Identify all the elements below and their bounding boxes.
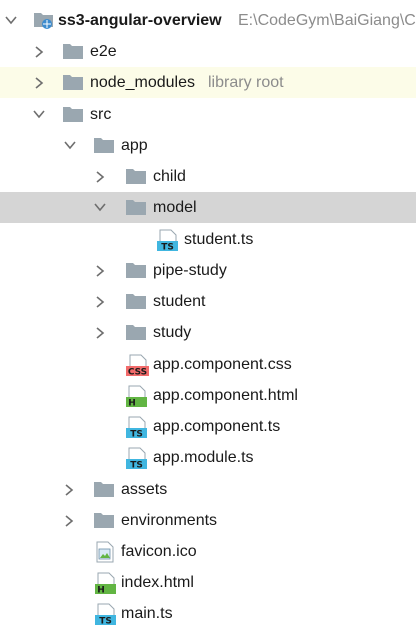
- svg-text:H: H: [97, 586, 105, 595]
- file-label: student.ts: [184, 231, 254, 248]
- chevron-down-icon[interactable]: [93, 200, 107, 214]
- tree-row-folder[interactable]: e2e: [0, 36, 416, 67]
- project-path: E:\CodeGym\BaiGiang\C: [238, 12, 416, 29]
- tree-row-file[interactable]: favicon.ico: [0, 536, 416, 567]
- folder-icon: [62, 106, 84, 128]
- chevron-right-icon[interactable]: [93, 295, 107, 309]
- tree-row-folder[interactable]: child: [0, 161, 416, 192]
- folder-icon: [62, 74, 84, 96]
- file-label: index.html: [121, 574, 194, 591]
- tree-row-file[interactable]: TS main.ts: [0, 598, 416, 629]
- tree-row-file[interactable]: H index.html: [0, 567, 416, 598]
- chevron-down-icon[interactable]: [4, 13, 18, 27]
- folder-label: model: [153, 199, 197, 216]
- tree-row-library-folder[interactable]: node_modules library root: [0, 67, 416, 98]
- file-label: app.component.ts: [153, 418, 281, 435]
- chevron-right-icon[interactable]: [32, 76, 46, 90]
- file-label: favicon.ico: [121, 543, 197, 560]
- folder-icon: [93, 512, 115, 534]
- svg-text:TS: TS: [130, 461, 143, 470]
- file-label: main.ts: [121, 605, 173, 622]
- tree-row-folder[interactable]: study: [0, 317, 416, 348]
- tree-row-file[interactable]: TS app.component.ts: [0, 411, 416, 442]
- folder-icon: [93, 481, 115, 503]
- html-file-icon: H: [95, 572, 117, 599]
- folder-icon: [93, 137, 115, 159]
- tree-row-folder[interactable]: src: [0, 99, 416, 130]
- svg-text:CSS: CSS: [128, 368, 147, 377]
- folder-icon: [125, 199, 147, 221]
- chevron-right-icon[interactable]: [62, 514, 76, 528]
- project-folder-icon: [33, 10, 55, 35]
- tree-row-file[interactable]: TS app.module.ts: [0, 442, 416, 473]
- chevron-right-icon[interactable]: [62, 483, 76, 497]
- chevron-right-icon[interactable]: [93, 264, 107, 278]
- tree-row-folder[interactable]: assets: [0, 474, 416, 505]
- folder-label: app: [121, 137, 148, 154]
- chevron-right-icon[interactable]: [32, 45, 46, 59]
- tree-row-file[interactable]: TS student.ts: [0, 224, 416, 255]
- chevron-right-icon[interactable]: [93, 326, 107, 340]
- chevron-down-icon[interactable]: [63, 138, 77, 152]
- folder-label: student: [153, 293, 206, 310]
- svg-text:TS: TS: [130, 430, 143, 439]
- folder-icon: [125, 324, 147, 346]
- project-tree: ss3-angular-overview E:\CodeGym\BaiGiang…: [0, 0, 416, 627]
- typescript-file-icon: TS: [126, 416, 148, 443]
- image-file-icon: [95, 541, 115, 568]
- folder-icon: [125, 262, 147, 284]
- tree-row-folder-selected[interactable]: model: [0, 192, 416, 223]
- folder-icon: [125, 293, 147, 315]
- file-label: app.component.html: [153, 387, 298, 404]
- folder-label: e2e: [90, 43, 117, 60]
- folder-label: node_modules: [90, 74, 195, 91]
- chevron-down-icon[interactable]: [32, 107, 46, 121]
- folder-label: pipe-study: [153, 262, 227, 279]
- svg-text:H: H: [128, 399, 136, 408]
- typescript-file-icon: TS: [95, 603, 117, 630]
- css-file-icon: CSS: [126, 354, 150, 381]
- folder-label: study: [153, 324, 192, 341]
- folder-label: environments: [121, 512, 218, 529]
- folder-label: child: [153, 168, 186, 185]
- chevron-right-icon[interactable]: [93, 170, 107, 184]
- file-label: app.module.ts: [153, 449, 254, 466]
- tree-row-root[interactable]: ss3-angular-overview E:\CodeGym\BaiGiang…: [0, 5, 416, 36]
- folder-label: assets: [121, 481, 168, 498]
- folder-icon: [125, 168, 147, 190]
- library-root-hint: library root: [208, 74, 284, 91]
- tree-row-file[interactable]: CSS app.component.css: [0, 349, 416, 380]
- folder-icon: [62, 43, 84, 65]
- tree-row-folder[interactable]: pipe-study: [0, 255, 416, 286]
- folder-label: src: [90, 106, 112, 123]
- tree-row-file[interactable]: H app.component.html: [0, 380, 416, 411]
- svg-text:TS: TS: [99, 617, 112, 626]
- html-file-icon: H: [126, 385, 148, 412]
- tree-row-folder[interactable]: app: [0, 130, 416, 161]
- tree-row-folder[interactable]: environments: [0, 505, 416, 536]
- tree-row-folder[interactable]: student: [0, 286, 416, 317]
- svg-text:TS: TS: [161, 243, 174, 252]
- project-name: ss3-angular-overview: [58, 12, 222, 29]
- typescript-file-icon: TS: [126, 447, 148, 474]
- file-label: app.component.css: [153, 356, 292, 373]
- typescript-file-icon: TS: [157, 229, 179, 256]
